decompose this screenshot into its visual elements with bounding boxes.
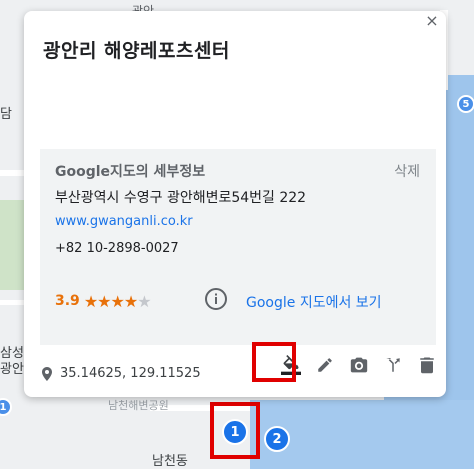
street (0, 300, 24, 305)
website-link[interactable]: www.gwanganli.co.kr (55, 214, 193, 229)
map-label-beach-park: 남천해변공원 (108, 399, 169, 412)
map-label-left-lower-2: 광안 (0, 362, 24, 377)
directions-icon (386, 357, 400, 372)
view-in-google-maps-link[interactable]: Google 지도에서 보기 (246, 292, 382, 312)
add-photo-button[interactable] (342, 349, 376, 381)
place-info-card: × 광안리 해양레포츠센터 Google지도의 세부정보 삭제 부산광역시 수영… (24, 11, 446, 397)
info-icon[interactable] (204, 287, 228, 311)
rating-value: 3.9 (55, 293, 80, 309)
rating-stars: ★★★★★ (83, 291, 152, 311)
rating: 3.9 ★★★★★ (55, 289, 152, 313)
trash-icon (420, 357, 434, 374)
coordinates-row: 35.14625, 129.11525 (42, 366, 201, 381)
camera-icon (350, 357, 368, 373)
place-title: 광안리 해양레포츠센터 (43, 40, 230, 62)
map-label-left-mid: 담 (0, 107, 12, 122)
stars-empty: ★ (137, 291, 151, 311)
google-details-panel: Google지도의 세부정보 삭제 부산광역시 수영구 광안해변로54번길 22… (40, 149, 436, 345)
edit-pencil-icon (318, 358, 332, 372)
location-pin-icon (42, 366, 52, 381)
street (0, 170, 24, 176)
style-button-highlight (252, 342, 296, 382)
feature-toolbar (274, 349, 444, 381)
edit-button[interactable] (308, 349, 342, 381)
delete-feature-button[interactable] (410, 349, 444, 381)
map-marker-left-1[interactable]: 1 (0, 398, 12, 416)
map-marker-5[interactable]: 5 (457, 95, 474, 113)
address: 부산광역시 수영구 광안해변로54번길 222 (55, 190, 307, 206)
phone-number: +82 10-2898-0027 (55, 241, 179, 256)
coordinates-text: 35.14625, 129.11525 (60, 366, 201, 381)
map-marker-2[interactable]: 2 (264, 426, 290, 452)
map-label-bottom: 남천동 (152, 454, 188, 469)
details-heading: Google지도의 세부정보 (55, 164, 206, 180)
directions-button[interactable] (376, 349, 410, 381)
close-icon[interactable]: × (424, 13, 440, 29)
selected-marker-highlight (210, 402, 260, 459)
delete-button[interactable]: 삭제 (394, 161, 420, 181)
stars-filled: ★★★★ (83, 291, 138, 311)
